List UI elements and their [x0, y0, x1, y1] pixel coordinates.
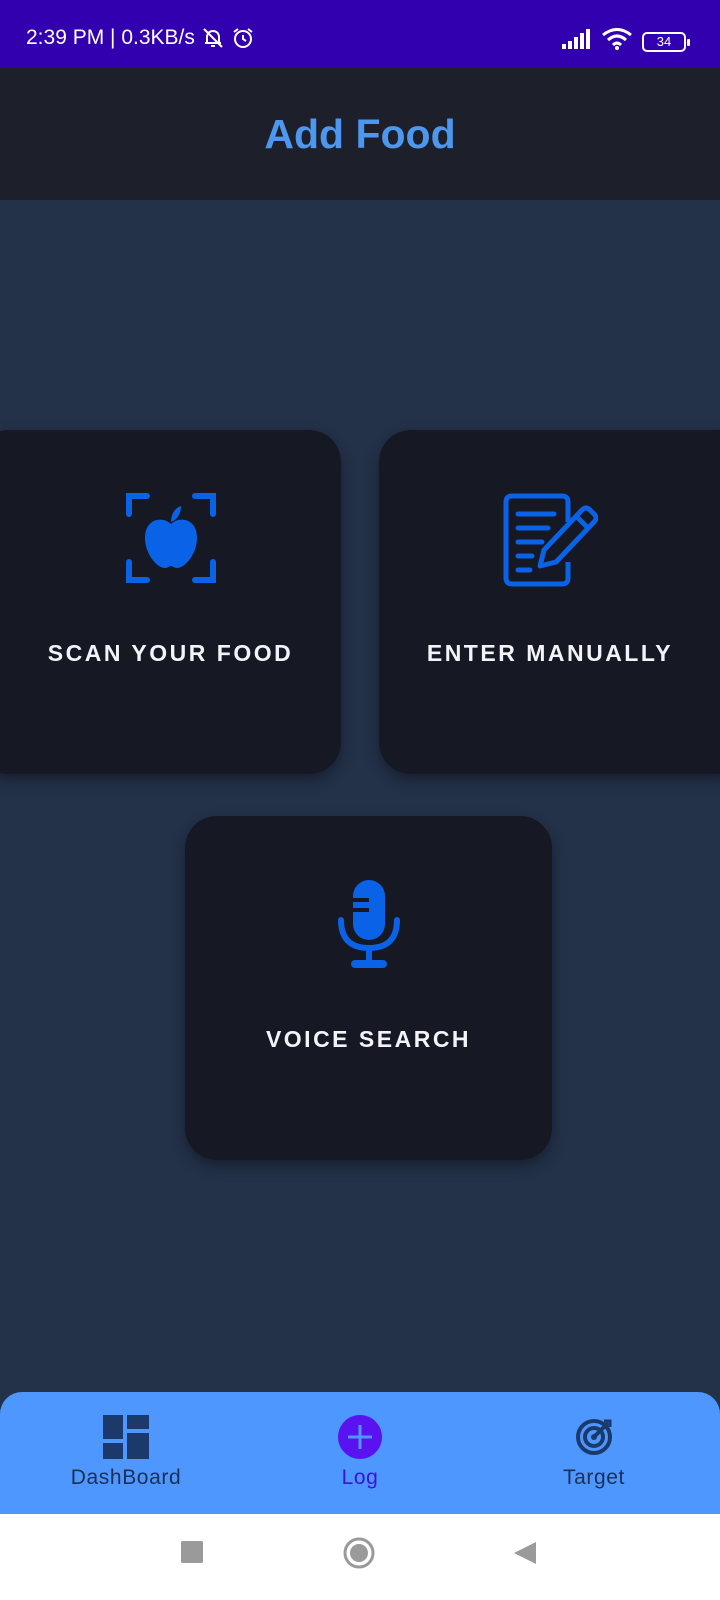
status-time: 2:39 PM | 0.3KB/s: [26, 26, 195, 49]
page-title: Add Food: [264, 110, 456, 157]
status-right: 34: [562, 28, 690, 55]
recent-apps-icon[interactable]: [180, 1540, 204, 1569]
signal-icon: [562, 29, 592, 54]
enter-manually-label: ENTER MANUALLY: [426, 640, 674, 666]
nav-label-target: Target: [563, 1466, 625, 1489]
alarm-icon: [231, 26, 255, 50]
status-left: 2:39 PM | 0.3KB/s: [26, 26, 255, 50]
nav-item-dashboard[interactable]: DashBoard: [26, 1392, 226, 1514]
scan-food-card[interactable]: SCAN YOUR FOOD: [0, 430, 341, 774]
nav-label-log: Log: [341, 1466, 379, 1489]
add-circle-icon: [338, 1414, 382, 1460]
edit-document-icon: [502, 492, 599, 593]
nav-item-log[interactable]: Log: [260, 1392, 460, 1514]
scan-food-label: SCAN YOUR FOOD: [47, 640, 294, 666]
bell-off-icon: [201, 26, 225, 50]
main-content: SCAN YOUR FOOD ENTER MANUALLY VOICE SEAR…: [0, 200, 720, 1392]
status-bar: 2:39 PM | 0.3KB/s 34: [0, 0, 720, 68]
voice-search-label: VOICE SEARCH: [265, 1026, 472, 1052]
microphone-icon: [337, 878, 401, 975]
battery-icon: 34: [642, 31, 690, 52]
home-icon[interactable]: [342, 1536, 376, 1575]
nav-item-target[interactable]: Target: [494, 1392, 694, 1514]
voice-search-card[interactable]: VOICE SEARCH: [185, 816, 552, 1160]
system-navigation-bar: [0, 1514, 720, 1600]
battery-level: 34: [656, 34, 672, 49]
target-icon: [574, 1414, 614, 1460]
app-bar: Add Food: [0, 68, 720, 200]
enter-manually-card[interactable]: ENTER MANUALLY: [379, 430, 720, 774]
nav-label-dashboard: DashBoard: [70, 1466, 182, 1489]
scan-apple-icon: [125, 492, 217, 589]
back-icon[interactable]: [512, 1540, 538, 1571]
bottom-navigation: DashBoard Log Target: [0, 1392, 720, 1514]
dashboard-icon: [103, 1414, 149, 1460]
wifi-icon: [602, 28, 632, 55]
